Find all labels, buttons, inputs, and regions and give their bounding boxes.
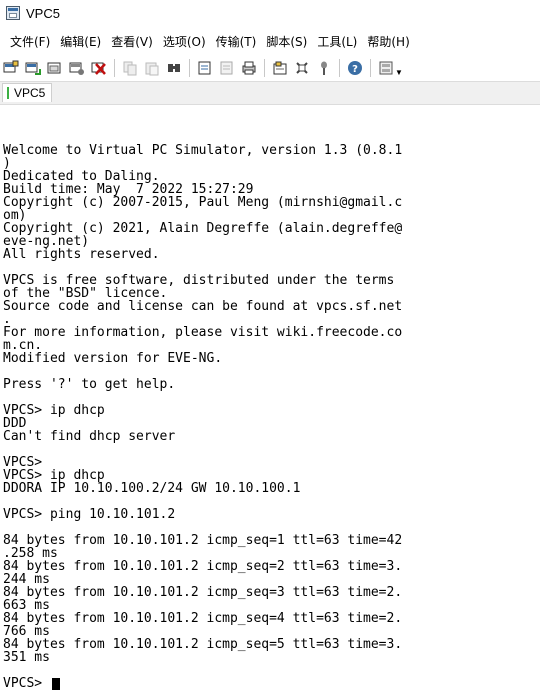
connected-status-icon	[7, 87, 9, 99]
terminal-prompt: VPCS>	[3, 676, 50, 691]
terminal-line: For more information, please visit wiki.…	[3, 325, 403, 340]
find-icon[interactable]	[165, 59, 183, 77]
app-icon	[6, 6, 20, 20]
menu-tools[interactable]: 工具(L)	[312, 33, 362, 50]
print-preview-icon[interactable]	[218, 59, 236, 77]
reconnect-icon[interactable]	[24, 59, 42, 77]
toolbar-separator	[370, 59, 371, 77]
tab-label: VPC5	[14, 86, 46, 100]
terminal-line: DDORA IP 10.10.100.2/24 GW 10.10.100.1	[3, 481, 301, 496]
options-icon[interactable]	[377, 59, 395, 77]
menu-script[interactable]: 脚本(S)	[261, 33, 312, 50]
copy-icon[interactable]	[121, 59, 139, 77]
menu-transfer[interactable]: 传输(T)	[211, 33, 262, 50]
pin-icon[interactable]	[315, 59, 333, 77]
title-bar: VPC5	[0, 0, 540, 26]
disconnect-icon[interactable]	[68, 59, 86, 77]
toolbar-separator	[264, 59, 265, 77]
toolbar: ? ▼	[0, 55, 540, 81]
toolbar-separator	[189, 59, 190, 77]
terminal-line: Can't find dhcp server	[3, 429, 176, 444]
terminal-prompt-line[interactable]: VPCS>	[3, 677, 537, 690]
toolbar-separator	[114, 59, 115, 77]
menu-bar: 文件(F) 编辑(E) 查看(V) 选项(O) 传输(T) 脚本(S) 工具(L…	[0, 30, 540, 52]
terminal-line: Welcome to Virtual PC Simulator, version…	[3, 143, 403, 158]
session-tab-bar: VPC5	[0, 81, 540, 105]
terminal-line: VPCS> ip dhcp	[3, 403, 105, 418]
menu-view[interactable]: 查看(V)	[106, 33, 158, 50]
terminal-line: 84 bytes from 10.10.101.2 icmp_seq=5 ttl…	[3, 637, 403, 652]
toolbar-separator	[339, 59, 340, 77]
settings-icon[interactable]	[271, 59, 289, 77]
terminal-line: All rights reserved.	[3, 247, 160, 262]
tab-session[interactable]: VPC5	[2, 83, 53, 102]
terminal-line: 351 ms	[3, 650, 50, 665]
terminal-line: Modified version for EVE-NG.	[3, 351, 223, 366]
svg-text:?: ?	[352, 64, 358, 75]
printer-icon[interactable]	[240, 59, 258, 77]
menu-edit[interactable]: 编辑(E)	[55, 33, 106, 50]
menu-file[interactable]: 文件(F)	[5, 33, 55, 50]
terminal-line: VPCS> ping 10.10.101.2	[3, 507, 176, 522]
terminal-line: 84 bytes from 10.10.101.2 icmp_seq=1 ttl…	[3, 533, 403, 548]
keymap-icon[interactable]	[293, 59, 311, 77]
terminal-line: 84 bytes from 10.10.101.2 icmp_seq=2 ttl…	[3, 559, 403, 574]
terminal-output[interactable]: Welcome to Virtual PC Simulator, version…	[3, 144, 537, 692]
menu-options[interactable]: 选项(O)	[158, 33, 211, 50]
text-cursor	[51, 677, 60, 690]
chevron-down-icon[interactable]: ▼	[395, 68, 403, 77]
terminal-line: 84 bytes from 10.10.101.2 icmp_seq=4 ttl…	[3, 611, 403, 626]
terminal-line: Press '?' to get help.	[3, 377, 176, 392]
help-icon[interactable]: ?	[346, 59, 364, 77]
terminal-line: Copyright (c) 2007-2015, Paul Meng (mirn…	[3, 195, 403, 210]
open-folder-icon[interactable]	[46, 59, 64, 77]
new-connection-icon[interactable]	[2, 59, 20, 77]
paste-icon[interactable]	[143, 59, 161, 77]
terminal-line: 84 bytes from 10.10.101.2 icmp_seq=3 ttl…	[3, 585, 403, 600]
window-title: VPC5	[26, 5, 60, 21]
close-icon[interactable]	[90, 59, 108, 77]
menu-help[interactable]: 帮助(H)	[362, 33, 414, 50]
terminal-line: Source code and license can be found at …	[3, 299, 403, 314]
print-icon[interactable]	[196, 59, 214, 77]
